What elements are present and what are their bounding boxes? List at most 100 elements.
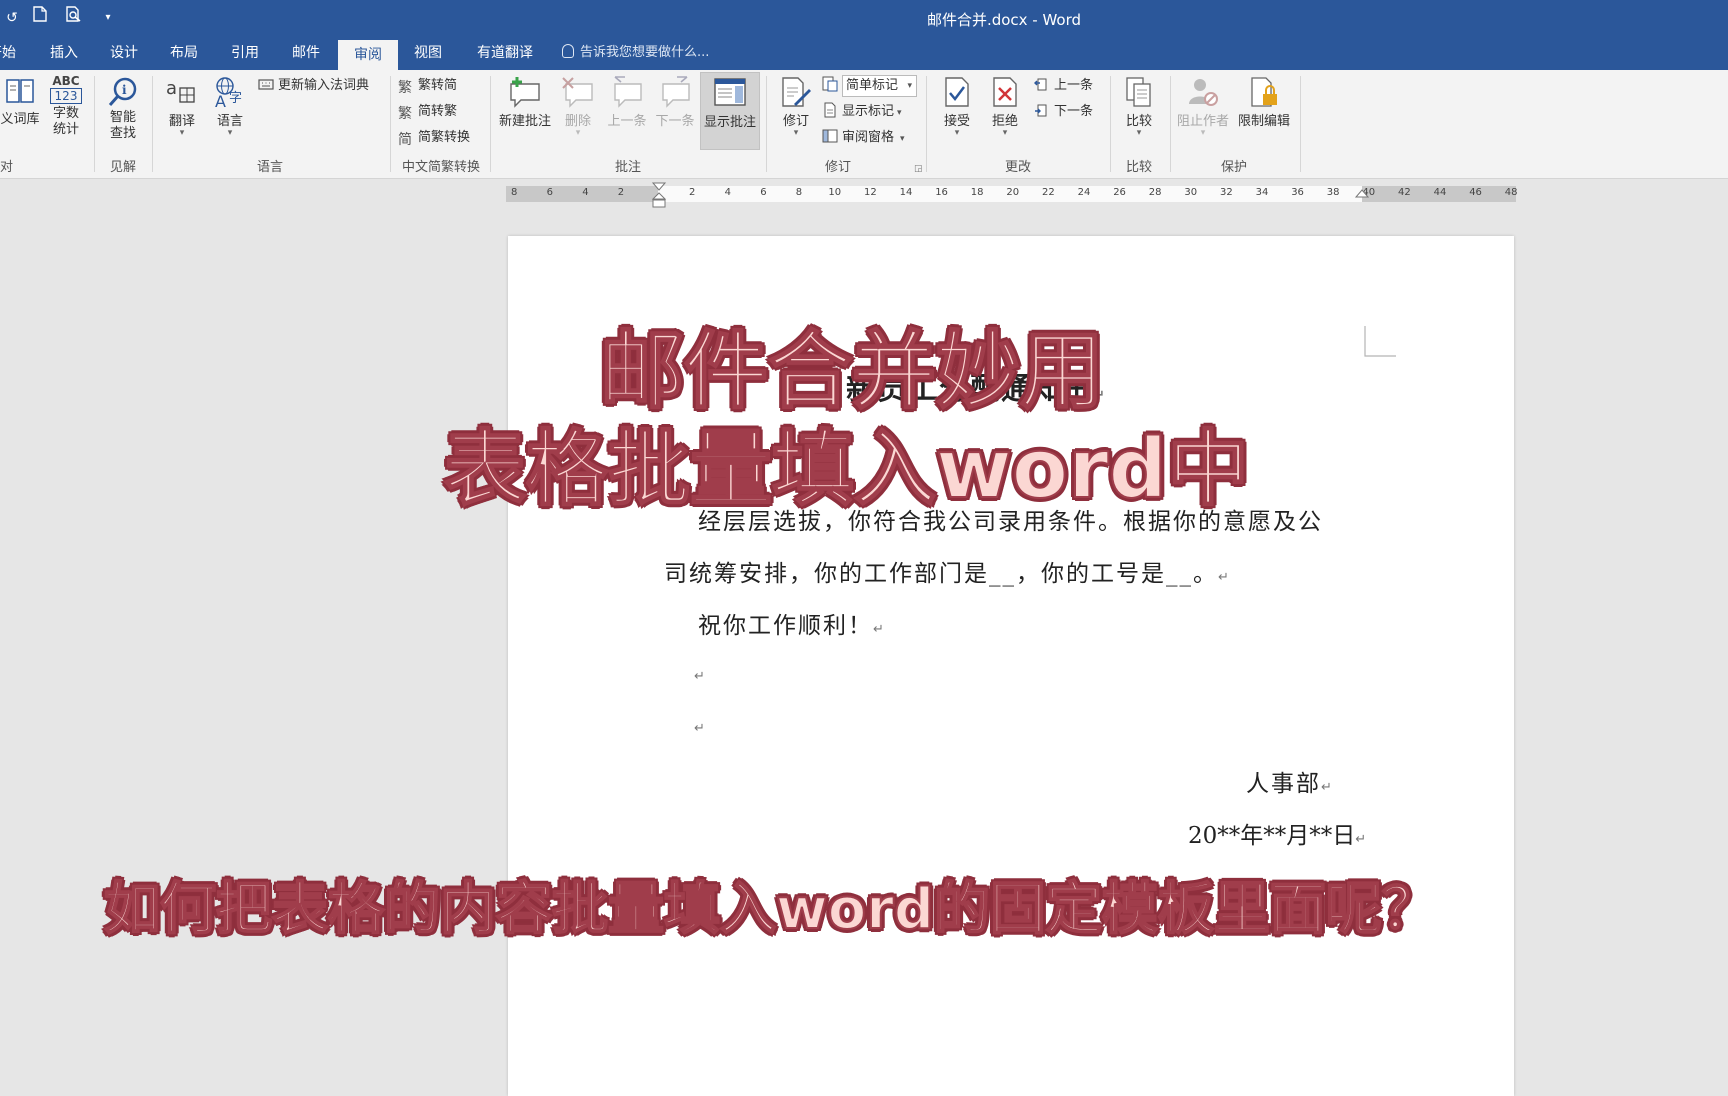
ruler-number: 10 bbox=[828, 187, 842, 198]
word-count-button[interactable]: ABC 123 字数 统计 bbox=[46, 74, 86, 138]
tab-layout[interactable]: 布局 bbox=[164, 36, 204, 70]
thesaurus-button[interactable]: 义词库 bbox=[0, 76, 40, 127]
smart-lookup-label-1: 智能 bbox=[109, 110, 136, 125]
track-changes-button[interactable]: 修订 ▾ bbox=[774, 76, 818, 138]
new-comment-button[interactable]: 新建批注 bbox=[496, 76, 554, 129]
show-comments-button[interactable]: 显示批注 bbox=[700, 72, 760, 150]
smart-lookup-button[interactable]: i 智能 查找 bbox=[102, 76, 144, 142]
compare-button[interactable]: 比较 ▾ bbox=[1118, 76, 1160, 138]
group-label-changes: 更改 bbox=[1004, 160, 1031, 175]
tab-review[interactable]: 审阅 bbox=[338, 40, 398, 70]
traditional-to-simplified-button[interactable]: 繁繁转简 bbox=[398, 74, 457, 98]
doc-date[interactable]: 20**年**月**日↵ bbox=[1188, 816, 1366, 850]
next-change-button[interactable]: 下一条 bbox=[1034, 100, 1093, 124]
language-button[interactable]: A字 语言 ▾ bbox=[208, 76, 252, 138]
reviewing-pane-icon bbox=[822, 129, 838, 143]
previous-change-button[interactable]: 上一条 bbox=[1034, 74, 1093, 98]
markup-display-select[interactable]: 简单标记 ▾ bbox=[822, 74, 918, 98]
accept-button[interactable]: 接受 ▾ bbox=[934, 76, 980, 138]
doc-para-3[interactable]: 祝你工作顺利！↵ bbox=[698, 606, 886, 640]
group-separator bbox=[1110, 76, 1111, 172]
overlay-question: 如何把表格的内容批量填入word的固定模板里面呢？ bbox=[103, 876, 1439, 943]
group-separator bbox=[390, 76, 391, 172]
chevron-down-icon: ▾ bbox=[954, 128, 960, 138]
chinese-conversion-button[interactable]: 简简繁转换 bbox=[398, 126, 470, 150]
tab-home[interactable]: 开始 bbox=[0, 36, 18, 70]
group-separator bbox=[152, 76, 153, 172]
translate-button[interactable]: a 翻译 ▾ bbox=[160, 76, 204, 138]
tell-me-box[interactable]: 告诉我您想要做什么... bbox=[562, 36, 709, 70]
tracking-options-launcher-icon[interactable]: ◲ bbox=[914, 164, 923, 174]
tab-view[interactable]: 视图 bbox=[408, 36, 448, 70]
next-comment-icon bbox=[662, 76, 690, 108]
next-change-label: 下一条 bbox=[1054, 104, 1094, 119]
chevron-down-icon: ▾ bbox=[1002, 128, 1008, 138]
doc-empty-line[interactable]: ↵ bbox=[694, 712, 707, 738]
reviewing-pane-label: 审阅窗格 bbox=[842, 130, 895, 145]
chevron-down-icon: ▾ bbox=[227, 128, 233, 138]
tab-insert[interactable]: 插入 bbox=[44, 36, 84, 70]
previous-comment-button[interactable]: 上一条 bbox=[604, 76, 650, 129]
paragraph-mark: ↵ bbox=[694, 721, 707, 736]
next-comment-button[interactable]: 下一条 bbox=[652, 76, 698, 129]
doc-para-2[interactable]: 司统筹安排，你的工作部门是__，你的工号是__。↵ bbox=[664, 554, 1231, 588]
reject-button[interactable]: 拒绝 ▾ bbox=[982, 76, 1028, 138]
markup-icon bbox=[822, 76, 838, 92]
tab-label: 开始 bbox=[0, 45, 16, 61]
abc-icon-text: ABC bbox=[52, 74, 80, 88]
track-changes-label: 修订 bbox=[782, 114, 809, 129]
ruler-number: 26 bbox=[1113, 187, 1126, 198]
ruler-number: 8 bbox=[511, 187, 518, 198]
chevron-down-icon: ▾ bbox=[793, 128, 799, 138]
ruler-number: 42 bbox=[1398, 187, 1411, 198]
group-separator bbox=[926, 76, 927, 172]
ruler-number: 32 bbox=[1220, 187, 1233, 198]
ruler-number: 2 bbox=[617, 187, 625, 198]
tab-design[interactable]: 设计 bbox=[104, 36, 144, 70]
update-ime-dictionary-button[interactable]: 更新输入法词典 bbox=[258, 74, 369, 98]
group-label-proofing: 对 bbox=[0, 160, 14, 175]
group-label-language: 语言 bbox=[256, 160, 283, 175]
group-separator bbox=[1300, 76, 1301, 172]
group-separator bbox=[94, 76, 95, 172]
previous-change-label: 上一条 bbox=[1054, 78, 1094, 93]
title-bar: ↺ ▾ 邮件合并.docx - Word bbox=[0, 0, 1728, 36]
chevron-down-icon: ▾ bbox=[1136, 128, 1142, 138]
right-indent-marker-icon[interactable] bbox=[1355, 188, 1369, 206]
new-comment-icon bbox=[510, 77, 540, 108]
word-count-label-2: 统计 bbox=[52, 122, 79, 137]
tab-youdao-translate[interactable]: 有道翻译 bbox=[472, 36, 538, 70]
horizontal-ruler[interactable]: 8 6 4 2 2 4 6 8 10 12 14 16 18 20 22 24 26 28 30 32 34 36 38 40… bbox=[506, 182, 1518, 208]
group-label-protect: 保护 bbox=[1220, 160, 1247, 175]
reviewing-pane-button[interactable]: 审阅窗格 ▾ bbox=[822, 126, 905, 150]
doc-empty-line[interactable]: ↵ bbox=[694, 660, 707, 686]
paragraph-mark: ↵ bbox=[873, 622, 886, 637]
show-markup-button[interactable]: 显示标记 ▾ bbox=[822, 100, 902, 124]
group-label-insights: 见解 bbox=[109, 160, 136, 175]
delete-comment-label: 删除 bbox=[564, 114, 591, 129]
language-label: 语言 bbox=[216, 114, 243, 129]
ruler-number: 8 bbox=[795, 187, 803, 198]
ruler-number: 30 bbox=[1184, 187, 1198, 198]
compare-label: 比较 bbox=[1125, 114, 1152, 129]
ruler-number: 12 bbox=[864, 187, 877, 198]
chevron-down-icon: ▾ bbox=[900, 134, 905, 144]
simplified-to-traditional-button[interactable]: 繁简转繁 bbox=[398, 100, 457, 124]
word-count-label-1: 字数 bbox=[52, 106, 79, 121]
doc-department[interactable]: 人事部↵ bbox=[1246, 764, 1334, 798]
svg-text:a: a bbox=[166, 78, 177, 99]
indent-marker-icon[interactable] bbox=[652, 182, 666, 212]
block-authors-button[interactable]: 阻止作者 ▾ bbox=[1174, 76, 1232, 138]
ruler-number: 44 bbox=[1433, 187, 1447, 198]
tab-references[interactable]: 引用 bbox=[225, 36, 265, 70]
restrict-editing-label: 限制编辑 bbox=[1237, 114, 1290, 129]
chevron-down-icon: ▾ bbox=[1200, 128, 1206, 138]
track-changes-icon bbox=[782, 77, 811, 107]
restrict-editing-button[interactable]: 限制编辑 bbox=[1234, 76, 1294, 129]
ruler-number: 18 bbox=[970, 187, 984, 198]
ruler-number: 22 bbox=[1042, 187, 1055, 198]
chevron-down-icon: ▾ bbox=[575, 128, 581, 138]
ruler-number: 48 bbox=[1504, 187, 1518, 198]
delete-comment-button[interactable]: 删除 ▾ bbox=[556, 76, 600, 138]
tab-mailings[interactable]: 邮件 bbox=[286, 36, 326, 70]
